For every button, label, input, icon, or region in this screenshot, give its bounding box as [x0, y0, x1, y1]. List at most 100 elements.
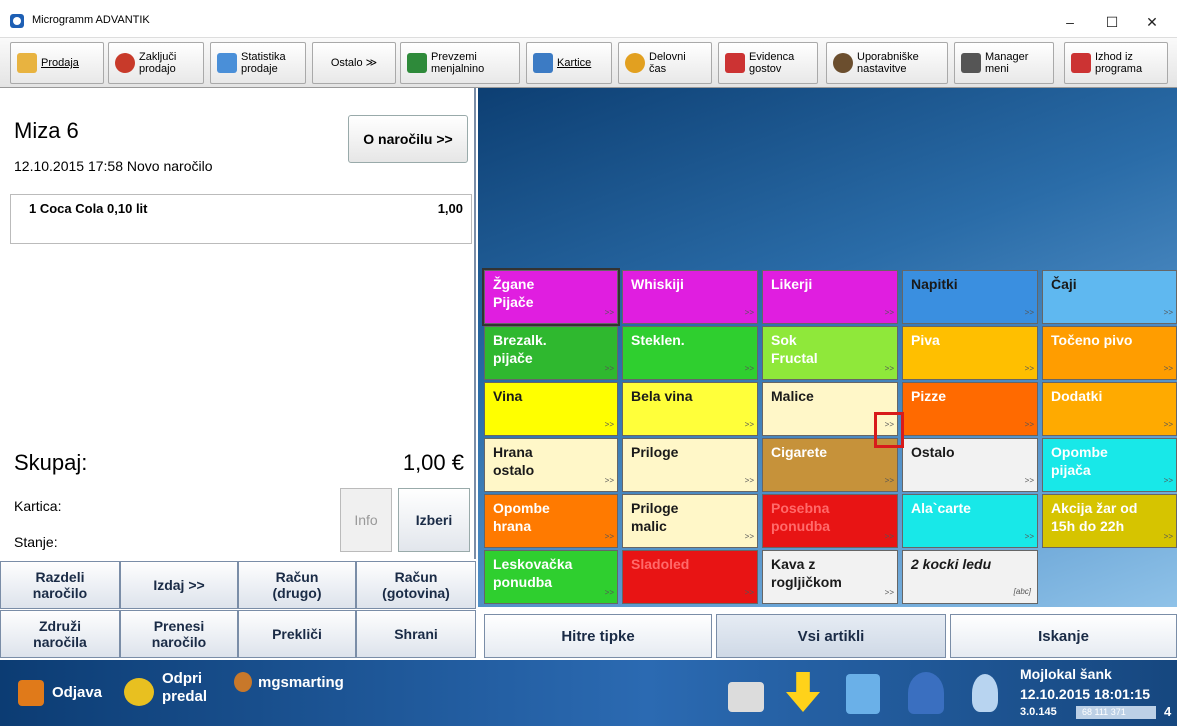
cancel-button[interactable]: Prekliči	[238, 610, 356, 658]
more-chevron-icon[interactable]: >>	[885, 584, 894, 602]
more-chevron-icon[interactable]: >>	[1164, 360, 1173, 378]
toolbar-cards-button[interactable]: Kartice	[526, 42, 612, 84]
more-chevron-icon[interactable]: >>	[1025, 528, 1034, 546]
more-chevron-icon[interactable]: >>	[745, 528, 754, 546]
more-chevron-icon[interactable]: >>	[605, 584, 614, 602]
user-profile-icon[interactable]	[908, 672, 944, 714]
category-button[interactable]: Vina >>	[484, 382, 618, 436]
more-chevron-icon[interactable]: >>	[885, 304, 894, 322]
category-button[interactable]: Akcija žar od 15h do 22h >>	[1042, 494, 1177, 548]
split-order-button[interactable]: Razdeli naročilo	[0, 561, 120, 609]
category-button[interactable]: Sok Fructal >>	[762, 326, 898, 380]
tab-quick-keys[interactable]: Hitre tipke	[484, 614, 712, 658]
maximize-button[interactable]: ☐	[1092, 10, 1132, 34]
device-warning-icon[interactable]	[846, 674, 880, 714]
toolbar-close-sale-button[interactable]: Zaključi prodajo	[108, 42, 204, 84]
more-chevron-icon[interactable]: >>	[745, 472, 754, 490]
invoice-other-button[interactable]: Račun (drugo)	[238, 561, 356, 609]
category-button[interactable]: Čaji >>	[1042, 270, 1177, 324]
download-arrow-icon[interactable]	[786, 672, 820, 712]
toolbar-sales-button[interactable]: Prodaja	[10, 42, 104, 84]
category-button[interactable]: Napitki >>	[902, 270, 1038, 324]
category-button[interactable]: Sladoled >>	[622, 550, 758, 604]
more-chevron-icon[interactable]: >>	[1025, 304, 1034, 322]
issue-button[interactable]: Izdaj >>	[120, 561, 238, 609]
category-button[interactable]: Dodatki >>	[1042, 382, 1177, 436]
category-button[interactable]: Piva >>	[902, 326, 1038, 380]
category-button[interactable]: Leskovačka ponudba >>	[484, 550, 618, 604]
category-label: Posebna ponudba	[771, 500, 831, 534]
highlight-marker	[874, 412, 904, 448]
more-chevron-icon[interactable]: >>	[605, 416, 614, 434]
logout-icon	[18, 680, 44, 706]
about-order-button[interactable]: O naročilu >>	[348, 115, 468, 163]
invoice-cash-button[interactable]: Račun (gotovina)	[356, 561, 476, 609]
category-label: Čaji	[1051, 276, 1077, 292]
category-button[interactable]: Opombe hrana >>	[484, 494, 618, 548]
more-chevron-icon[interactable]: >>	[745, 304, 754, 322]
category-button[interactable]: Likerji >>	[762, 270, 898, 324]
category-button[interactable]: Žgane Pijače >>	[482, 268, 620, 326]
more-chevron-icon[interactable]: >>	[1025, 472, 1034, 490]
more-chevron-icon[interactable]: >>	[1164, 304, 1173, 322]
more-chevron-icon[interactable]: >>	[1164, 528, 1173, 546]
category-button[interactable]: Hrana ostalo >>	[484, 438, 618, 492]
category-button[interactable]: Opombe pijača >>	[1042, 438, 1177, 492]
more-chevron-icon[interactable]: >>	[605, 528, 614, 546]
more-chevron-icon[interactable]: >>	[1164, 416, 1173, 434]
toolbar-other-button[interactable]: Ostalo ≫	[312, 42, 396, 84]
logout-button[interactable]: Odjava	[52, 684, 102, 701]
toolbar-cash-button[interactable]: Prevzemi menjalnino	[400, 42, 520, 84]
close-button[interactable]: ✕	[1132, 10, 1172, 34]
toolbar-manager-button[interactable]: Manager meni	[954, 42, 1054, 84]
category-label: Piva	[911, 332, 940, 348]
transfer-order-button[interactable]: Prenesi naročilo	[120, 610, 238, 658]
tab-all-items[interactable]: Vsi artikli	[716, 614, 946, 658]
category-button[interactable]: Priloge malic >>	[622, 494, 758, 548]
toolbar-statistics-button[interactable]: Statistika prodaje	[210, 42, 306, 84]
save-button[interactable]: Shrani	[356, 610, 476, 658]
toolbar-guests-button[interactable]: Evidenca gostov	[718, 42, 818, 84]
more-chevron-icon[interactable]: >>	[605, 304, 614, 322]
category-button[interactable]: 2 kocki ledu [abc]	[902, 550, 1038, 604]
printer-icon[interactable]	[728, 682, 764, 712]
more-chevron-icon[interactable]: >>	[885, 528, 894, 546]
category-button[interactable]: Bela vina >>	[622, 382, 758, 436]
more-chevron-icon[interactable]: >>	[605, 472, 614, 490]
more-chevron-icon[interactable]: >>	[745, 584, 754, 602]
category-button[interactable]: Točeno pivo >>	[1042, 326, 1177, 380]
order-item-amount: 1,00	[437, 201, 463, 216]
info-button[interactable]: Info	[340, 488, 392, 552]
category-button[interactable]: Steklen. >>	[622, 326, 758, 380]
more-chevron-icon[interactable]: >>	[745, 360, 754, 378]
open-drawer-button[interactable]: Odpri predal	[162, 670, 207, 706]
category-button[interactable]: Ala`carte >>	[902, 494, 1038, 548]
tab-search[interactable]: Iskanje	[950, 614, 1177, 658]
category-button[interactable]: Pizze >>	[902, 382, 1038, 436]
window-title: Microgramm ADVANTIK	[32, 14, 150, 26]
toolbar-user-settings-button[interactable]: Uporabniške nastavitve	[826, 42, 948, 84]
order-item-row[interactable]: 1 Coca Cola 0,10 lit 1,00	[10, 194, 472, 244]
toolbar-exit-button[interactable]: Izhod iz programa	[1064, 42, 1168, 84]
more-chevron-icon[interactable]: >>	[885, 472, 894, 490]
more-chevron-icon[interactable]: >>	[745, 416, 754, 434]
minimize-button[interactable]: –	[1050, 10, 1090, 34]
toolbar-work-time-button[interactable]: Delovni čas	[618, 42, 712, 84]
exit-icon	[1071, 53, 1091, 73]
more-chevron-icon[interactable]: >>	[1025, 360, 1034, 378]
more-chevron-icon[interactable]: >>	[1164, 472, 1173, 490]
app-icon	[10, 14, 24, 28]
category-button[interactable]: Kava z rogljičkom >>	[762, 550, 898, 604]
more-chevron-icon[interactable]: >>	[1025, 416, 1034, 434]
category-button[interactable]: Ostalo >>	[902, 438, 1038, 492]
lightbulb-icon[interactable]	[972, 674, 998, 712]
category-button[interactable]: Posebna ponudba >>	[762, 494, 898, 548]
category-label: Hrana ostalo	[493, 444, 535, 478]
more-chevron-icon[interactable]: >>	[605, 360, 614, 378]
merge-orders-button[interactable]: Združi naročila	[0, 610, 120, 658]
category-button[interactable]: Whiskiji >>	[622, 270, 758, 324]
category-button[interactable]: Priloge >>	[622, 438, 758, 492]
more-chevron-icon[interactable]: >>	[885, 360, 894, 378]
category-button[interactable]: Brezalk. pijače >>	[484, 326, 618, 380]
select-button[interactable]: Izberi	[398, 488, 470, 552]
